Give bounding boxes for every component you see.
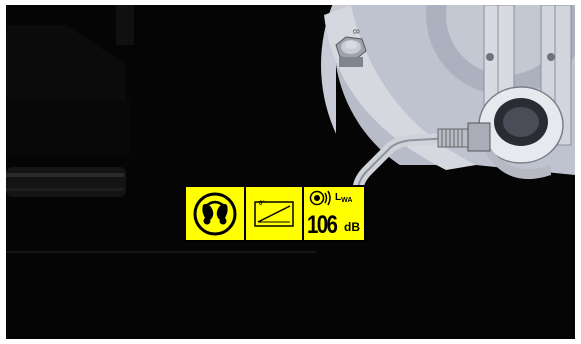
hearing-protection-icon bbox=[193, 192, 237, 235]
sound-level-value: 106 bbox=[307, 211, 338, 239]
cad-render-view: 8 0° LWA 106 dB bbox=[6, 5, 575, 339]
sound-level-cell: LWA 106 dB bbox=[304, 187, 364, 240]
hex-bolt bbox=[335, 36, 367, 67]
svg-text:8: 8 bbox=[351, 29, 361, 34]
hearing-protection-cell bbox=[186, 187, 246, 240]
sound-power-symbol: LWA bbox=[335, 192, 352, 204]
sound-level-unit: dB bbox=[344, 220, 360, 234]
machine-scene: 8 bbox=[6, 5, 575, 339]
slope-angle-cell: 0° bbox=[246, 187, 304, 240]
sound-power-subscript: WA bbox=[341, 197, 353, 204]
warning-label: 0° LWA 106 dB bbox=[184, 185, 366, 242]
angle-mark: 0° bbox=[259, 201, 265, 207]
horizontal-bar bbox=[6, 167, 126, 197]
loudspeaker-icon bbox=[309, 190, 331, 206]
